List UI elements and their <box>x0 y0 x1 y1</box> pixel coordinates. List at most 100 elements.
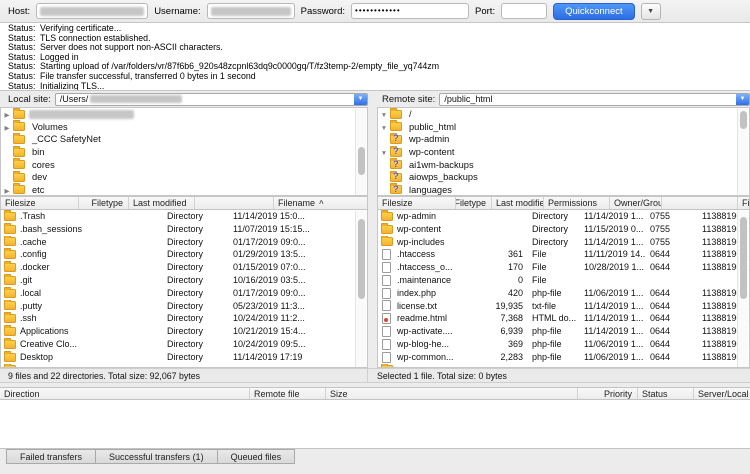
file-row[interactable]: Creative Clo... Directory 10/24/2019 09:… <box>1 338 367 351</box>
file-row[interactable]: .config Directory 01/29/2019 13:5... <box>1 248 367 261</box>
filename: wp-blog-he... <box>397 338 449 351</box>
column-header[interactable]: Filesize <box>378 197 456 209</box>
scrollbar[interactable] <box>355 109 366 196</box>
queue-column-header[interactable]: Status <box>638 388 694 399</box>
tree-item[interactable]: / <box>378 108 749 121</box>
scrollbar[interactable] <box>737 109 748 196</box>
column-header[interactable]: Last modified <box>492 197 544 209</box>
file-row[interactable]: .git Directory 10/16/2019 03:5... <box>1 274 367 287</box>
remote-site-combo[interactable]: /public_html ▼ <box>439 93 750 106</box>
scrollbar[interactable] <box>355 211 366 368</box>
disclosure-arrow-icon[interactable] <box>378 147 390 157</box>
scrollbar[interactable] <box>737 211 748 368</box>
file-row[interactable]: wp-content Directory 11/15/2019 0... 075… <box>378 223 749 236</box>
tree-item[interactable]: ai1wm-backups <box>378 158 749 171</box>
file-row[interactable]: wp-activate.... 6,939 php-file 11/14/201… <box>378 325 749 338</box>
file-row[interactable]: .putty Directory 05/23/2019 11:3... <box>1 300 367 313</box>
column-header[interactable]: Filename <box>738 197 749 209</box>
tree-item[interactable]: wp-admin <box>378 133 749 146</box>
local-site-label: Local site: <box>8 94 51 105</box>
column-header[interactable]: Owner/Group <box>610 197 662 209</box>
file-row[interactable]: .bash_sessions Directory 11/07/2019 15:1… <box>1 223 367 236</box>
scrollbar-thumb[interactable] <box>740 111 747 129</box>
file-row[interactable]: wp-common... 2,283 php-file 11/06/2019 1… <box>378 351 749 364</box>
tree-item[interactable]: etc <box>1 184 367 196</box>
tree-item[interactable]: dev <box>1 171 367 184</box>
local-site-combo[interactable]: /Users/ ▼ <box>55 93 368 106</box>
file-row[interactable]: wp-admin Directory 11/14/2019 1... 0755 … <box>378 210 749 223</box>
filename: .cache <box>20 236 47 249</box>
queue-column-header[interactable]: Direction <box>0 388 250 399</box>
tree-item[interactable]: public_html <box>378 121 749 134</box>
combo-dropdown-icon[interactable]: ▼ <box>736 94 749 105</box>
file-row[interactable]: readme.html 7,368 HTML do... 11/14/2019 … <box>378 312 749 325</box>
password-input[interactable]: •••••••••••• <box>351 3 469 19</box>
tree-item[interactable]: cores <box>1 158 367 171</box>
file-row[interactable]: .Trash Directory 11/14/2019 15:0... <box>1 210 367 223</box>
tree-item[interactable]: bin <box>1 146 367 159</box>
queue-column-header[interactable]: Server/Local file <box>694 388 750 399</box>
file-row[interactable]: Applications Directory 10/21/2019 15:4..… <box>1 325 367 338</box>
disclosure-arrow-icon[interactable] <box>1 109 13 119</box>
quickconnect-dropdown-button[interactable]: ▼ <box>641 3 661 20</box>
filetype-cell: Directory <box>163 248 229 261</box>
tree-item[interactable] <box>1 108 367 121</box>
filename-cell: wp-admin <box>378 210 492 223</box>
file-row[interactable]: .docker Directory 01/15/2019 07:0... <box>1 261 367 274</box>
column-header[interactable]: Filetype <box>456 197 492 209</box>
file-row[interactable]: Desktop Directory 11/14/2019 17:19 <box>1 351 367 364</box>
file-row[interactable]: wp-blog-he... 369 php-file 11/06/2019 1.… <box>378 338 749 351</box>
tree-item[interactable]: Volumes <box>1 121 367 134</box>
combo-dropdown-icon[interactable]: ▼ <box>354 94 367 105</box>
disclosure-arrow-icon[interactable] <box>1 122 13 132</box>
file-row[interactable]: .cache Directory 01/17/2019 09:0... <box>1 236 367 249</box>
column-header[interactable]: Permissions <box>544 197 610 209</box>
username-input[interactable] <box>207 3 295 19</box>
tree-item[interactable]: _CCC SafetyNet <box>1 133 367 146</box>
scrollbar-thumb[interactable] <box>740 217 747 299</box>
folder-icon <box>13 135 25 144</box>
file-row[interactable]: wp-includes Directory 11/14/2019 1... 07… <box>378 236 749 249</box>
column-header[interactable]: Filesize <box>1 197 79 209</box>
column-label: Filesize <box>382 198 413 208</box>
file-row[interactable]: index.php 420 php-file 11/06/2019 1... 0… <box>378 287 749 300</box>
host-input[interactable] <box>36 3 148 19</box>
file-row[interactable]: .htaccess_o... 170 File 10/28/2019 1... … <box>378 261 749 274</box>
column-header[interactable]: Filetype <box>79 197 129 209</box>
queue-column-header[interactable]: Size <box>326 388 578 399</box>
filename-cell: .docker <box>1 261 113 274</box>
tree-item[interactable]: aiowps_backups <box>378 171 749 184</box>
tree-item[interactable]: languages <box>378 184 749 196</box>
file-row[interactable]: license.txt 19,935 txt-file 11/14/2019 1… <box>378 300 749 313</box>
quickconnect-button[interactable]: Quickconnect <box>553 3 635 20</box>
remote-site-bar: Remote site: /public_html ▼ <box>377 91 750 107</box>
file-row[interactable]: .local Directory 01/17/2019 09:0... <box>1 287 367 300</box>
tree-item[interactable]: wp-content <box>378 146 749 159</box>
file-row[interactable]: .maintenance 0 File <box>378 274 749 287</box>
filename: .bash_sessions <box>20 223 82 236</box>
filetype-cell: HTML do... <box>528 312 580 325</box>
queue-column-header[interactable]: Priority <box>578 388 638 399</box>
last-modified-cell: 05/23/2019 11:3... <box>229 300 367 313</box>
queue-tab[interactable]: Successful transfers (1) <box>95 449 218 464</box>
disclosure-arrow-icon[interactable] <box>378 109 390 119</box>
queue-tab[interactable]: Queued files <box>217 449 296 464</box>
queue-tab[interactable]: Failed transfers <box>6 449 96 464</box>
filesize-cell: 6,939 <box>492 325 528 338</box>
file-icon <box>382 300 391 311</box>
queue-list-empty[interactable] <box>0 400 750 449</box>
scrollbar-thumb[interactable] <box>358 147 365 175</box>
disclosure-arrow-icon[interactable] <box>1 185 13 195</box>
port-input[interactable] <box>501 3 547 19</box>
column-header[interactable] <box>195 197 274 209</box>
file-row[interactable]: .ssh Directory 10/24/2019 11:2... <box>1 312 367 325</box>
disclosure-arrow-icon[interactable] <box>378 122 390 132</box>
last-modified-cell: 11/07/2019 15:15... <box>229 223 367 236</box>
file-row[interactable]: .htaccess 361 File 11/11/2019 14... 0644… <box>378 248 749 261</box>
column-header[interactable] <box>662 197 738 209</box>
column-header[interactable]: Last modified <box>129 197 195 209</box>
tab-label: Queued files <box>231 452 282 462</box>
column-header[interactable]: Filename <box>274 197 367 209</box>
queue-column-header[interactable]: Remote file <box>250 388 326 399</box>
scrollbar-thumb[interactable] <box>358 219 365 299</box>
